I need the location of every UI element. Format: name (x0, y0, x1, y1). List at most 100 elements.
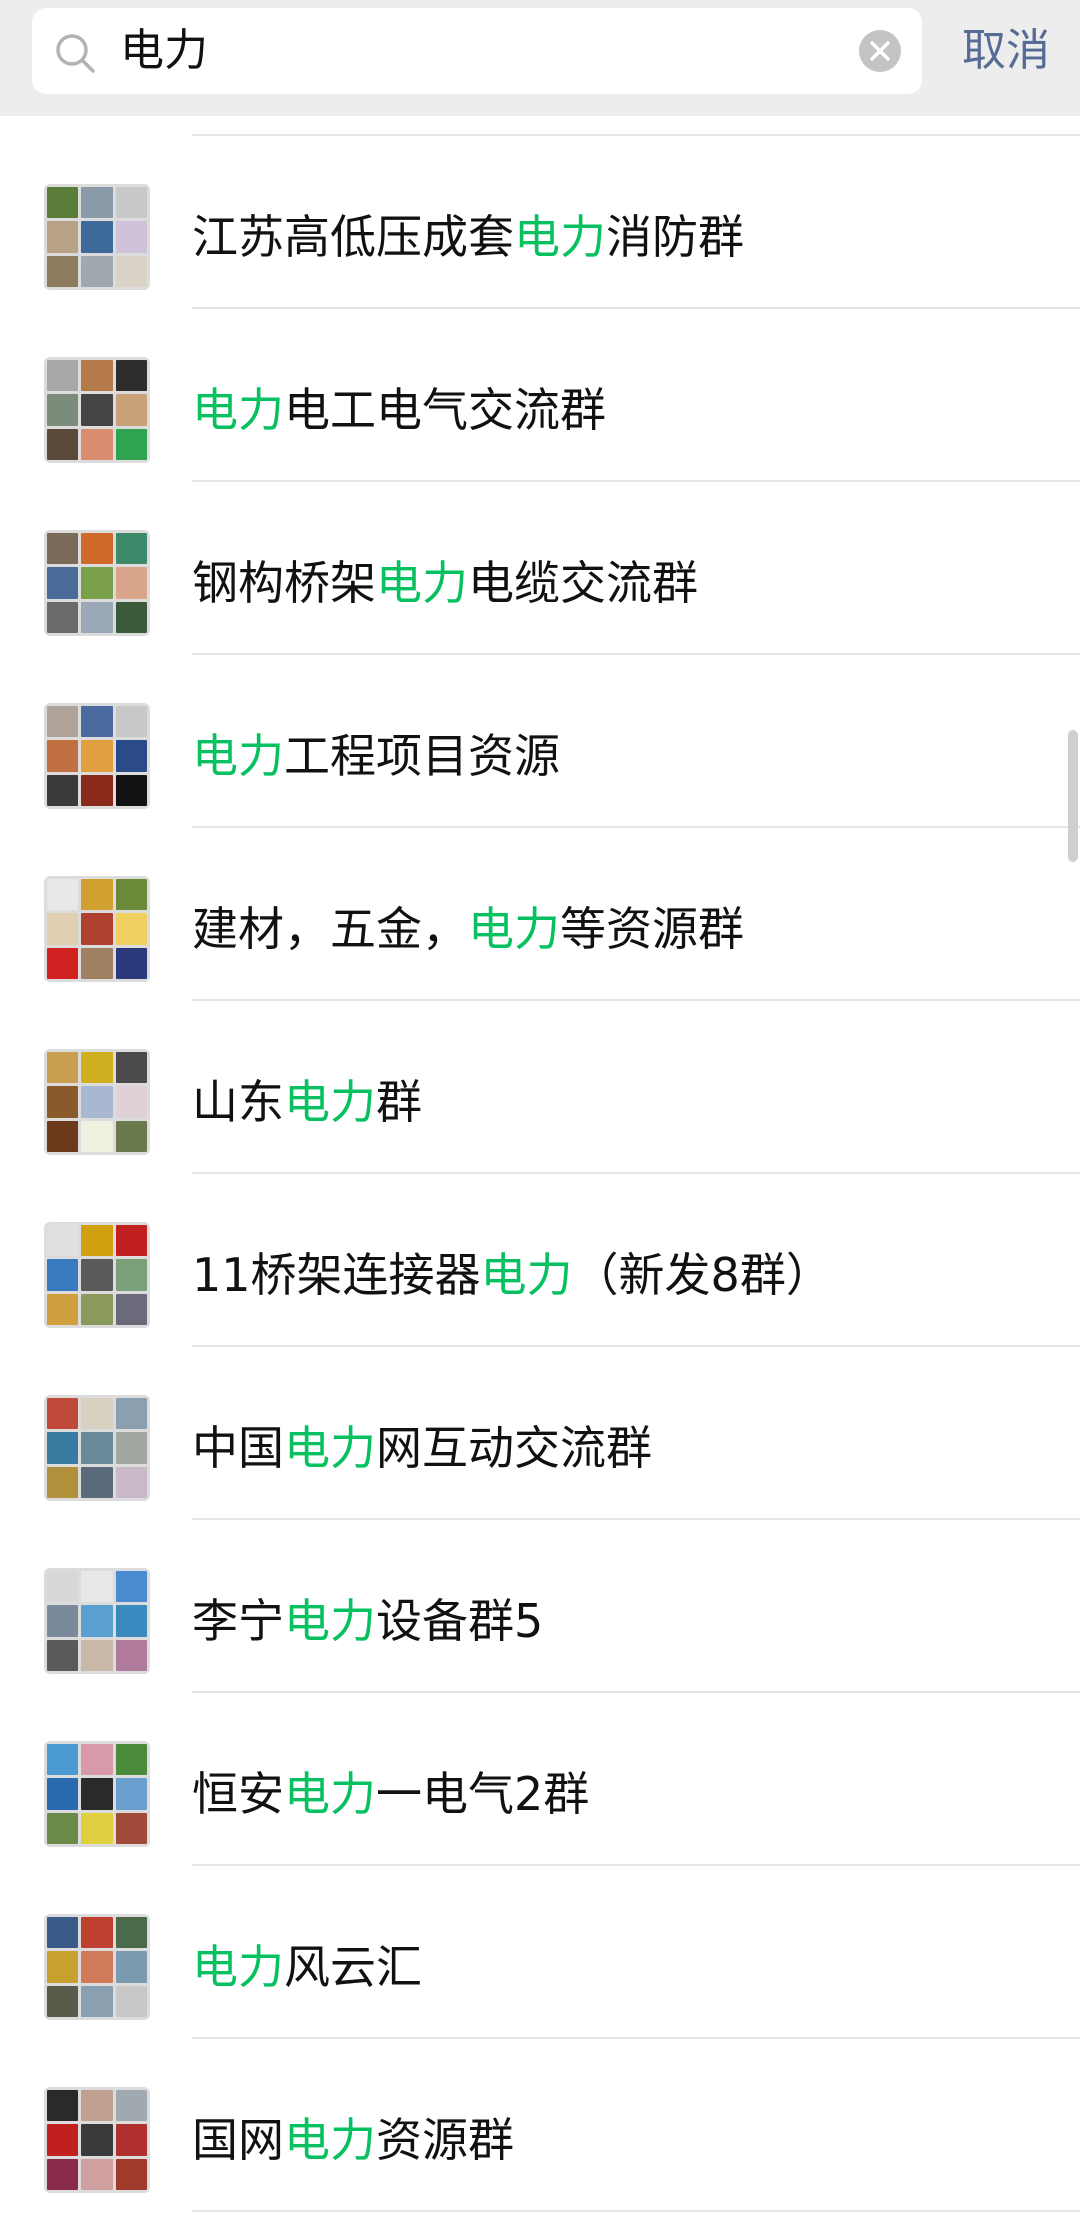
group-name-part: 恒安 (192, 1767, 284, 1821)
avatar-tile (115, 947, 147, 979)
avatar-tile (115, 1571, 147, 1603)
group-avatar (44, 1222, 150, 1328)
avatar-tile (47, 1293, 79, 1325)
group-avatar (44, 876, 150, 982)
avatar-tile (115, 2124, 147, 2156)
group-name-part: 电工电气交流群 (284, 383, 606, 437)
avatar-tile (81, 1052, 113, 1084)
group-avatar (44, 184, 150, 290)
avatar-tile (47, 221, 79, 253)
avatar-tile (81, 2124, 113, 2156)
group-avatar (44, 1049, 150, 1155)
keyword-highlight: 电力 (192, 383, 284, 437)
avatar-tile (47, 1951, 79, 1983)
keyword-highlight: 电力 (284, 1075, 376, 1129)
group-name-part: 山东 (192, 1075, 284, 1129)
group-avatar (44, 530, 150, 636)
avatar-tile (81, 255, 113, 287)
group-name-part: 一电气2群 (376, 1767, 590, 1821)
avatar-tile (81, 774, 113, 806)
group-result-item[interactable]: 山东电力群 (0, 1001, 1080, 1174)
avatar-tile (115, 1951, 147, 1983)
group-name-part: 钢构桥架 (192, 556, 376, 610)
avatar-tile (81, 1432, 113, 1464)
group-name-part: 李宁 (192, 1594, 284, 1648)
avatar-tile (115, 1225, 147, 1257)
avatar-tile (47, 1259, 79, 1291)
avatar-tile (115, 601, 147, 633)
group-result-item[interactable]: 钢构桥架电力电缆交流群 (0, 482, 1080, 655)
group-name: 电力风云汇 (192, 1914, 422, 2020)
group-name-part: 电缆交流群 (468, 556, 698, 610)
keyword-highlight: 电力 (284, 1594, 376, 1648)
avatar-tile (47, 1985, 79, 2017)
group-name: 电力电工电气交流群 (192, 357, 606, 463)
group-result-item[interactable]: 中国电力网互动交流群 (0, 1347, 1080, 1520)
group-name-part: 中国 (192, 1421, 284, 1475)
avatar-tile (81, 1120, 113, 1152)
avatar-tile (115, 1812, 147, 1844)
avatar-tile (81, 1571, 113, 1603)
avatar-tile (47, 913, 79, 945)
group-result-item[interactable]: 建材，五金，电力等资源群 (0, 828, 1080, 1001)
avatar-tile (47, 1917, 79, 1949)
avatar-tile (81, 394, 113, 426)
avatar-tile (47, 1812, 79, 1844)
avatar-tile (81, 601, 113, 633)
keyword-highlight: 电力 (284, 1767, 376, 1821)
keyword-highlight: 电力 (468, 902, 560, 956)
search-header: 电力 取消 (0, 0, 1080, 116)
avatar-tile (115, 1052, 147, 1084)
avatar-tile (47, 187, 79, 219)
avatar-tile (81, 1466, 113, 1498)
avatar-tile (115, 1605, 147, 1637)
cancel-button[interactable]: 取消 (950, 8, 1062, 94)
avatar-tile (47, 740, 79, 772)
avatar-tile (81, 1778, 113, 1810)
group-name: 中国电力网互动交流群 (192, 1395, 652, 1501)
group-result-item[interactable]: 11桥架连接器电力（新发8群） (0, 1174, 1080, 1347)
group-result-item[interactable]: 电力电工电气交流群 (0, 309, 1080, 482)
avatar-tile (47, 2124, 79, 2156)
avatar-tile (81, 2158, 113, 2190)
avatar-tile (115, 1639, 147, 1671)
group-name: 国网电力资源群 (192, 2087, 514, 2193)
group-result-item[interactable]: 电力工程项目资源 (0, 655, 1080, 828)
search-box[interactable]: 电力 (32, 8, 922, 94)
group-result-item[interactable]: 恒安电力一电气2群 (0, 1693, 1080, 1866)
clear-icon[interactable] (858, 29, 902, 73)
group-result-item[interactable]: 李宁电力设备群5 (0, 1520, 1080, 1693)
group-result-item[interactable]: 国网电力资源群 (0, 2039, 1080, 2212)
search-input[interactable]: 电力 (120, 8, 208, 94)
avatar-tile (81, 706, 113, 738)
avatar-tile (115, 740, 147, 772)
avatar-tile (81, 740, 113, 772)
avatar-tile (47, 360, 79, 392)
divider (192, 2210, 1080, 2212)
group-name-part: 建材，五金， (192, 902, 468, 956)
avatar-tile (81, 187, 113, 219)
group-name: 李宁电力设备群5 (192, 1568, 543, 1674)
avatar-tile (81, 1293, 113, 1325)
avatar-tile (47, 394, 79, 426)
group-result-item[interactable]: 电力风云汇 (0, 1866, 1080, 2039)
avatar-tile (81, 1225, 113, 1257)
avatar-tile (47, 1778, 79, 1810)
avatar-tile (47, 1086, 79, 1118)
group-avatar (44, 1568, 150, 1674)
avatar-tile (115, 1120, 147, 1152)
group-name: 江苏高低压成套电力消防群 (192, 184, 744, 290)
avatar-tile (81, 1985, 113, 2017)
group-name: 恒安电力一电气2群 (192, 1741, 589, 1847)
avatar-tile (115, 913, 147, 945)
avatar-tile (47, 1605, 79, 1637)
avatar-tile (47, 1466, 79, 1498)
group-result-item[interactable]: 江苏高低压成套电力消防群 (0, 136, 1080, 309)
group-name-part: 11桥架连接器 (192, 1248, 481, 1302)
avatar-tile (47, 601, 79, 633)
avatar-tile (115, 360, 147, 392)
keyword-highlight: 电力 (192, 729, 284, 783)
avatar-tile (81, 1086, 113, 1118)
keyword-highlight: 电力 (480, 1248, 573, 1302)
scrollbar[interactable] (1068, 730, 1078, 862)
